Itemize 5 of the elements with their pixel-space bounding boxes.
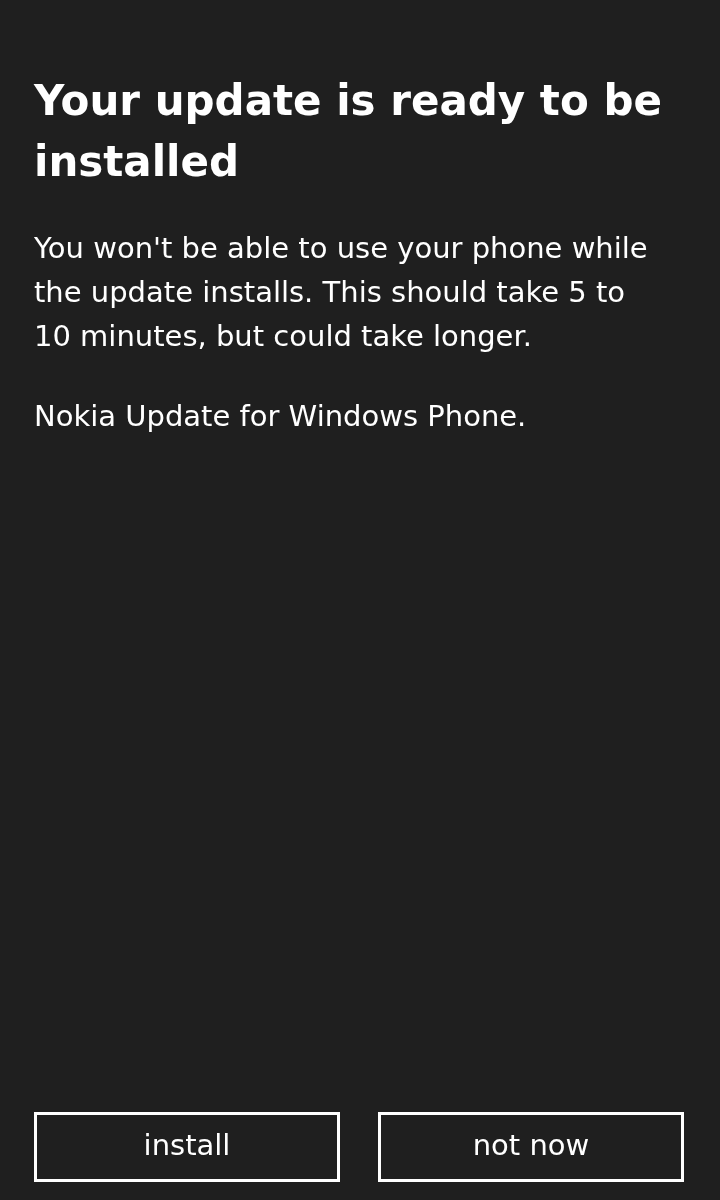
- dialog-title: Your update is ready to be installed: [34, 75, 663, 188]
- dismiss-button[interactable]: not now: [378, 1112, 684, 1182]
- dialog-text: Nokia Update for Windows Phone.: [34, 398, 528, 435]
- install-button[interactable]: install: [34, 1112, 340, 1182]
- dialog-text: You won't be able to use your phone while the update installs. This should take 5 to 10 minutes, but could take longer.: [34, 230, 649, 355]
